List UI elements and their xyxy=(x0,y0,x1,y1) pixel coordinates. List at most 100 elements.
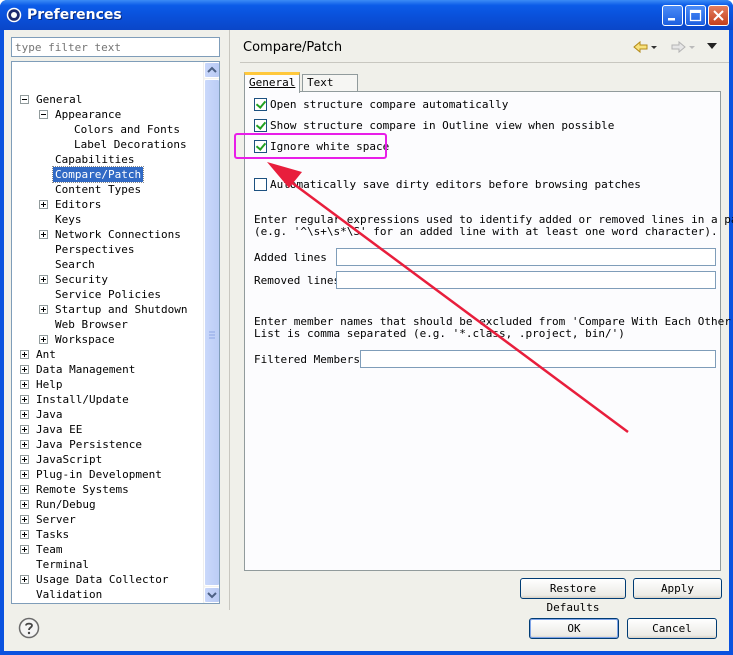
ok-button[interactable]: OK xyxy=(529,618,619,639)
show-structure-checkbox[interactable] xyxy=(254,119,267,132)
auto-save-checkbox[interactable] xyxy=(254,178,267,191)
tree-item[interactable]: Search xyxy=(12,257,204,272)
tree-item[interactable]: Java Persistence xyxy=(12,437,204,452)
expand-icon[interactable] xyxy=(20,365,29,374)
expand-icon[interactable] xyxy=(39,335,48,344)
preference-tree[interactable]: General Appearance Colors and Fonts Label D… xyxy=(11,61,220,604)
open-structure-label[interactable]: Open structure compare automatically xyxy=(270,98,508,111)
scroll-down-button[interactable] xyxy=(204,587,219,603)
tab-text-compare[interactable]: Text Compare xyxy=(302,74,359,105)
tree-item[interactable]: Capabilities xyxy=(12,152,204,167)
expand-icon[interactable] xyxy=(20,440,29,449)
minimize-button[interactable] xyxy=(662,5,683,26)
tree-item[interactable]: Network Connections xyxy=(12,227,204,242)
cancel-button[interactable]: Cancel xyxy=(627,618,717,639)
tree-item-label: Search xyxy=(55,258,95,271)
expand-icon[interactable] xyxy=(20,380,29,389)
tree-item[interactable]: Security xyxy=(12,272,204,287)
tree-item[interactable]: Help xyxy=(12,377,204,392)
tree-item-label: Terminal xyxy=(36,558,89,571)
restore-defaults-button[interactable]: Restore Defaults xyxy=(520,578,626,614)
dialog-body: General Appearance Colors and Fonts Label D… xyxy=(4,30,733,651)
back-icon[interactable] xyxy=(632,40,658,54)
tree-item[interactable]: Label Decorations xyxy=(12,137,204,152)
scroll-thumb[interactable] xyxy=(204,79,219,586)
tree-item[interactable]: Java xyxy=(12,407,204,422)
tree-item[interactable]: Remote Systems xyxy=(12,482,204,497)
expand-icon[interactable] xyxy=(20,515,29,524)
tree-item[interactable]: Compare/Patch xyxy=(12,166,204,183)
tree-item[interactable]: Run/Debug xyxy=(12,497,204,512)
tree-item[interactable]: Tasks xyxy=(12,527,204,542)
preferences-window: Preferences General Appearance Colors and … xyxy=(0,0,733,655)
maximize-icon xyxy=(689,9,702,22)
filter-field[interactable] xyxy=(11,37,220,57)
tree-item-label: Startup and Shutdown xyxy=(55,303,188,316)
tree-item-label: Workspace xyxy=(55,333,115,346)
tree-scrollbar[interactable] xyxy=(203,62,219,603)
expand-icon[interactable] xyxy=(20,485,29,494)
tree-item[interactable]: Web Browser xyxy=(12,317,204,332)
expand-icon[interactable] xyxy=(20,470,29,479)
tree-item[interactable]: Startup and Shutdown xyxy=(12,302,204,317)
minimize-icon xyxy=(668,18,675,21)
scroll-up-button[interactable] xyxy=(204,62,219,78)
tree-item[interactable]: Keys xyxy=(12,212,204,227)
tree-item[interactable]: Appearance xyxy=(12,107,204,122)
tree-item[interactable]: Plug-in Development xyxy=(12,467,204,482)
collapse-icon[interactable] xyxy=(39,110,48,119)
general-tab-panel: Open structure compare automatically Sho… xyxy=(244,91,733,571)
tree-item[interactable]: Editors xyxy=(12,197,204,212)
expand-icon[interactable] xyxy=(39,275,48,284)
tree-item[interactable]: Service Policies xyxy=(12,287,204,302)
forward-icon[interactable] xyxy=(670,40,696,54)
close-button[interactable] xyxy=(708,5,729,26)
expand-icon[interactable] xyxy=(20,575,29,584)
expand-icon[interactable] xyxy=(20,545,29,554)
tab-general-label: General xyxy=(249,76,296,89)
collapse-icon[interactable] xyxy=(20,95,29,104)
title-bar[interactable]: Preferences xyxy=(0,0,733,30)
show-structure-label[interactable]: Show structure compare in Outline view w… xyxy=(270,119,614,132)
tree-item-label: Colors and Fonts xyxy=(74,123,180,136)
tree-item[interactable]: JavaScript xyxy=(12,452,204,467)
tree-item[interactable]: Perspectives xyxy=(12,242,204,257)
expand-icon[interactable] xyxy=(20,530,29,539)
expand-icon[interactable] xyxy=(39,200,48,209)
tree-item[interactable]: Validation xyxy=(12,587,204,602)
filtered-members-input[interactable] xyxy=(360,350,716,368)
tree-item[interactable]: Data Management xyxy=(12,362,204,377)
tree-item[interactable]: Usage Data Collector xyxy=(12,572,204,587)
maximize-button[interactable] xyxy=(685,5,706,26)
expand-icon[interactable] xyxy=(20,350,29,359)
tree-item[interactable]: Colors and Fonts xyxy=(12,122,204,137)
tree-item[interactable]: Server xyxy=(12,512,204,527)
apply-button[interactable]: Apply xyxy=(633,578,722,599)
tree-item[interactable]: Web xyxy=(12,602,204,603)
added-lines-input[interactable] xyxy=(336,248,716,266)
expand-icon[interactable] xyxy=(20,425,29,434)
pane-divider[interactable] xyxy=(229,30,230,610)
help-icon[interactable] xyxy=(18,617,40,639)
tab-general[interactable]: General xyxy=(244,72,301,93)
tree-item[interactable]: Team xyxy=(12,542,204,557)
expand-icon[interactable] xyxy=(20,395,29,404)
expand-icon[interactable] xyxy=(39,305,48,314)
tree-item[interactable]: Terminal xyxy=(12,557,204,572)
tree-item[interactable]: General xyxy=(12,92,204,107)
removed-lines-input[interactable] xyxy=(336,271,716,289)
view-menu-icon[interactable] xyxy=(706,42,718,50)
expand-icon[interactable] xyxy=(20,455,29,464)
expand-icon[interactable] xyxy=(20,500,29,509)
tree-item[interactable]: Ant xyxy=(12,347,204,362)
expand-icon[interactable] xyxy=(20,410,29,419)
tree-item[interactable]: Install/Update xyxy=(12,392,204,407)
expand-icon[interactable] xyxy=(39,230,48,239)
tree-item[interactable]: Java EE xyxy=(12,422,204,437)
tree-item[interactable]: Workspace xyxy=(12,332,204,347)
tree-item-label: Run/Debug xyxy=(36,498,96,511)
filter-input[interactable] xyxy=(12,38,219,56)
auto-save-label[interactable]: Automatically save dirty editors before … xyxy=(270,178,641,191)
open-structure-checkbox[interactable] xyxy=(254,98,267,111)
tree-item[interactable]: Content Types xyxy=(12,182,204,197)
